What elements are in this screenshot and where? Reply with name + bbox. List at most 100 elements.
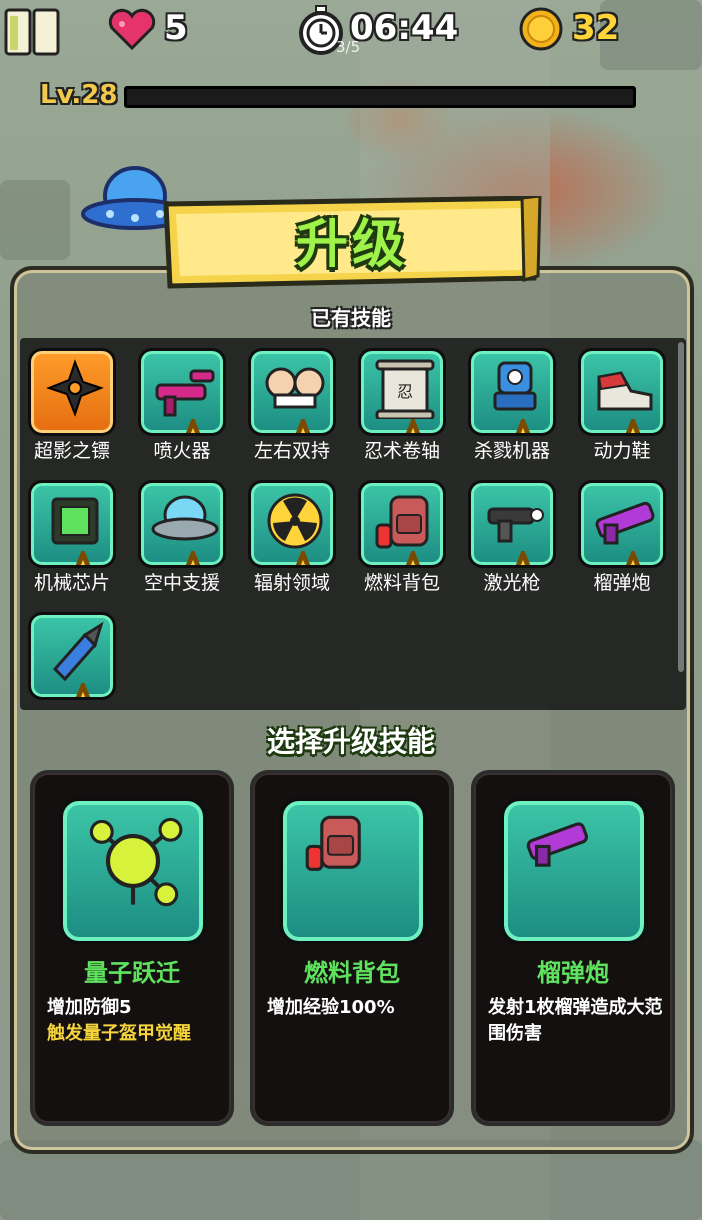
hearts-count: 5	[164, 8, 188, 48]
grenade-launcher-icon	[526, 822, 589, 867]
skill-choice-card[interactable]: 榴弹炮发射1枚榴弹造成大范围伤害	[471, 770, 675, 1126]
drill-icon	[52, 621, 104, 682]
owned-skill[interactable]: 忍忍术卷轴	[354, 340, 450, 462]
skill-name: 超影之镖	[33, 440, 110, 462]
owned-skill[interactable]	[24, 604, 120, 724]
laser-gun-icon	[487, 507, 544, 543]
choice-name: 燃料背包	[304, 959, 400, 987]
experience-bar	[124, 86, 636, 108]
heart-icon	[108, 8, 156, 50]
skill-choice-card[interactable]: 燃料背包增加经验100%	[250, 770, 454, 1126]
owned-skill[interactable]: 左右双持	[244, 340, 340, 462]
skill-tile	[578, 348, 666, 436]
skill-tile	[248, 348, 336, 436]
shuriken-icon	[46, 359, 104, 417]
quantum-molecule-icon	[89, 817, 183, 907]
star-icon	[345, 943, 375, 945]
star-icon	[566, 943, 596, 945]
owned-skills-heading: 已有技能	[311, 306, 391, 330]
skill-tile	[28, 348, 116, 436]
choice-name: 榴弹炮	[537, 959, 609, 987]
choose-skill-heading: 选择升级技能	[266, 725, 435, 758]
skill-choice-card[interactable]: 量子跃迁增加防御5 触发量子盔甲觉醒	[30, 770, 234, 1126]
skill-tile	[28, 480, 116, 568]
star-icon	[515, 551, 531, 565]
skill-tile	[248, 480, 336, 568]
dialog-title: 升级	[295, 215, 408, 275]
skill-name: 杀戮机器	[473, 440, 550, 462]
choice-icon-tile	[500, 797, 648, 945]
book-icon[interactable]	[4, 6, 60, 58]
owned-skill[interactable]: 空中支援	[134, 472, 230, 594]
skill-name: 榴弹炮	[593, 572, 651, 594]
grenade-launcher-icon	[595, 501, 655, 545]
ufo-icon	[151, 495, 219, 541]
ninja-scroll-icon: 忍	[375, 359, 435, 419]
choice-description-line: 发射1枚榴弹造成大范围伤害	[488, 997, 663, 1044]
skill-name: 喷火器	[153, 440, 211, 462]
svg-text:忍: 忍	[397, 382, 413, 401]
owned-skills-scrollbar[interactable]	[678, 342, 684, 672]
owned-skill[interactable]: 燃料背包	[354, 472, 450, 594]
game-timer: 06:44	[350, 8, 459, 48]
skill-tile	[578, 480, 666, 568]
skill-name: 空中支援	[143, 572, 220, 594]
owned-skill[interactable]: 辐射领域	[244, 472, 340, 594]
star-icon	[625, 419, 641, 433]
owned-skill[interactable]: 榴弹炮	[574, 472, 670, 594]
fuel-backpack-icon	[375, 495, 429, 549]
choice-description-line: 增加经验100%	[267, 997, 395, 1018]
star-icon	[295, 419, 311, 433]
star-icon	[345, 943, 375, 945]
owned-skill[interactable]: 激光枪	[464, 472, 560, 594]
star-icon	[566, 943, 596, 945]
skill-name: 燃料背包	[363, 572, 440, 594]
star-icon	[515, 419, 531, 433]
skill-tile	[138, 480, 226, 568]
skill-name: 左右双持	[253, 440, 330, 462]
chip-icon	[51, 497, 99, 545]
choice-description: 增加经验100%	[267, 995, 447, 1021]
skill-name: 辐射领域	[253, 572, 330, 594]
star-icon	[405, 551, 421, 565]
choice-icon-tile	[279, 797, 427, 945]
skill-tile: 忍	[358, 348, 446, 436]
choice-name: 量子跃迁	[84, 959, 180, 987]
choice-icon-tile	[59, 797, 207, 945]
page-indicator: 3/5	[336, 38, 361, 56]
hud: 5 06:44 3/5 32 Lv.28	[0, 0, 702, 120]
choice-description: 增加防御5 触发量子盔甲觉醒	[47, 995, 227, 1047]
skill-tile	[358, 480, 446, 568]
coin-count: 32	[572, 8, 620, 48]
radiation-icon	[267, 493, 323, 549]
skill-name: 忍术卷轴	[363, 440, 440, 462]
star-icon	[625, 551, 641, 565]
robot-icon	[493, 361, 537, 411]
dual-wield-fists-icon	[265, 367, 325, 409]
skill-tile	[468, 480, 556, 568]
choice-description-highlight: 触发量子盔甲觉醒	[47, 1023, 191, 1044]
owned-skill[interactable]: 机械芯片	[24, 472, 120, 594]
star-icon	[405, 419, 421, 433]
star-icon	[185, 419, 201, 433]
skill-tile	[468, 348, 556, 436]
choice-description: 发射1枚榴弹造成大范围伤害	[488, 995, 668, 1047]
star-icon	[75, 551, 91, 565]
flamethrower-icon	[155, 369, 215, 417]
star-icon	[75, 683, 91, 697]
owned-skill[interactable]: 超影之镖	[24, 340, 120, 462]
star-icon	[295, 551, 311, 565]
owned-skill[interactable]: 喷火器	[134, 340, 230, 462]
star-icon	[125, 943, 155, 945]
choice-description-line: 增加防御5	[47, 997, 132, 1018]
skill-tile	[138, 348, 226, 436]
skill-tile	[28, 612, 116, 700]
player-level: Lv.28	[40, 80, 118, 110]
owned-skill[interactable]: 动力鞋	[574, 340, 670, 462]
skill-name: 机械芯片	[33, 572, 110, 594]
owned-skill[interactable]: 杀戮机器	[464, 340, 560, 462]
coin-icon	[519, 7, 563, 51]
star-icon	[185, 551, 201, 565]
fuel-backpack-icon	[305, 815, 361, 871]
skill-name: 动力鞋	[593, 440, 651, 462]
